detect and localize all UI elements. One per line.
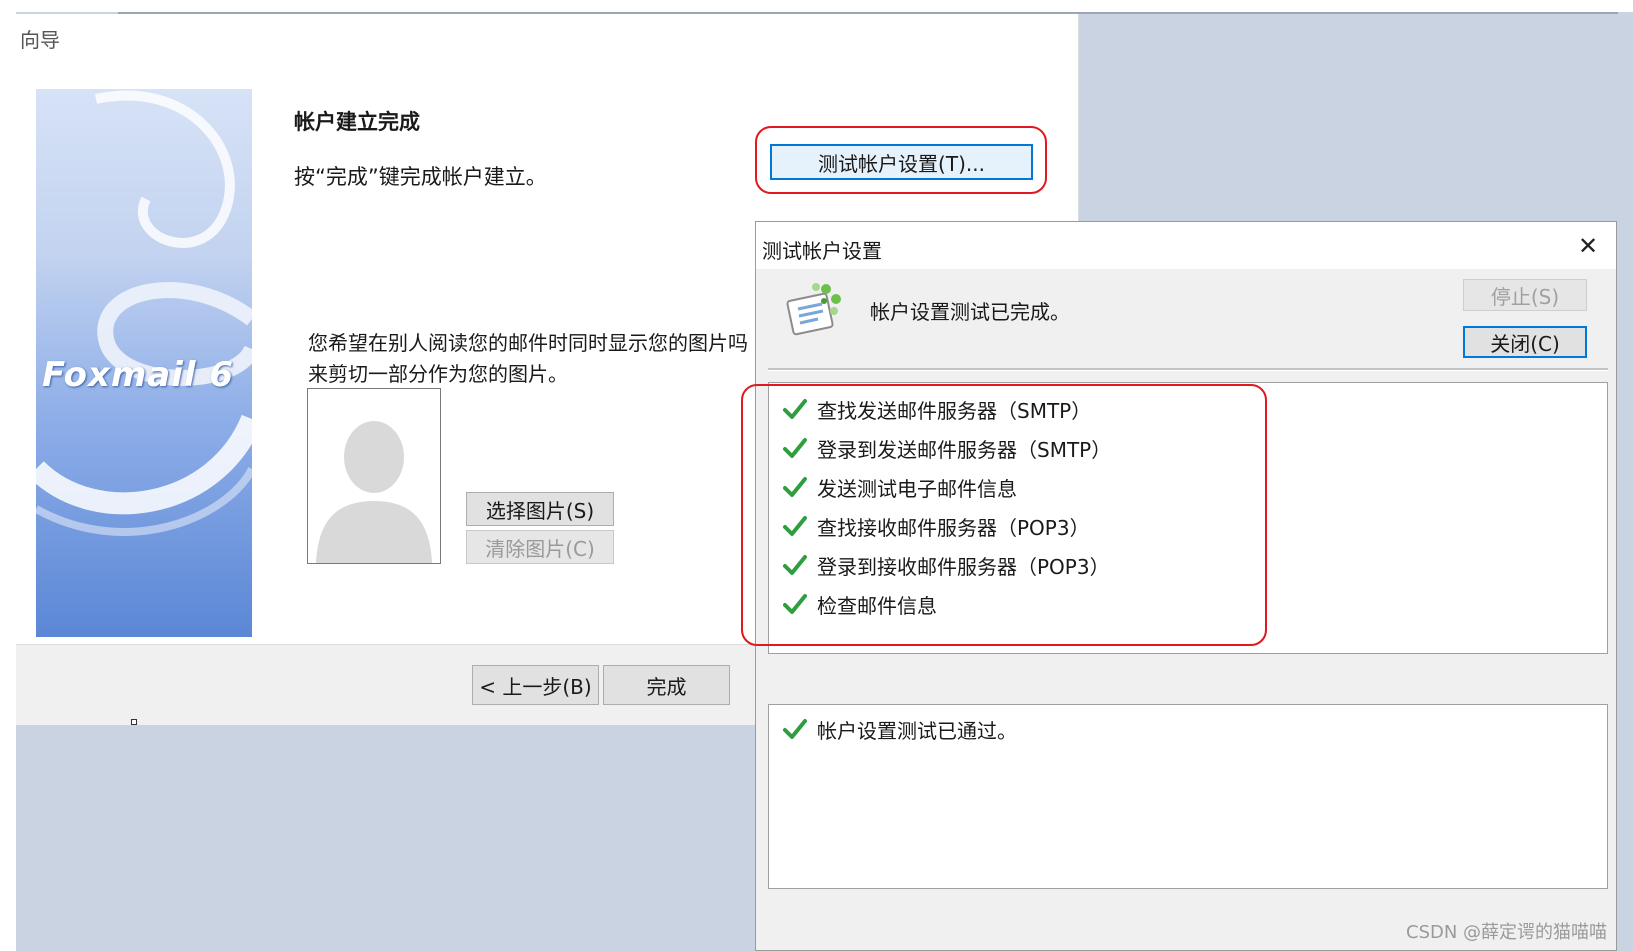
checkmark-icon	[783, 719, 807, 739]
window-title: 向导	[20, 28, 60, 52]
page-heading: 帐户建立完成	[294, 110, 420, 134]
status-text: 帐户设置测试已完成。	[870, 300, 1070, 324]
picture-prompt-line1: 您希望在别人阅读您的邮件时同时显示您的图片吗	[308, 331, 748, 355]
finish-button[interactable]: 完成	[603, 665, 730, 705]
watermark: CSDN @薛定谔的猫喵喵	[1406, 922, 1608, 943]
stop-button[interactable]: 停止(S)	[1463, 279, 1587, 311]
avatar	[307, 388, 441, 564]
close-icon[interactable]: ✕	[1574, 232, 1602, 260]
foxmail-logo: Foxmail 6	[42, 355, 235, 395]
result-box: 帐户设置测试已通过。	[768, 704, 1608, 889]
avatar-silhouette-icon	[316, 421, 432, 563]
dialog-title: 测试帐户设置	[762, 239, 882, 263]
test-status-icon	[786, 283, 841, 336]
back-button[interactable]: < 上一步(B)	[472, 665, 599, 705]
instruction-text: 按“完成”键完成帐户建立。	[294, 165, 547, 189]
dialog-titlebar: 测试帐户设置 ✕	[756, 222, 1616, 269]
foxmail-banner: Foxmail 6	[36, 89, 252, 637]
resize-handle	[131, 719, 137, 725]
highlight-annotation	[741, 384, 1267, 646]
close-button[interactable]: 关闭(C)	[1463, 326, 1587, 358]
result-text: 帐户设置测试已通过。	[817, 718, 1017, 743]
result-item: 帐户设置测试已通过。	[783, 713, 1017, 745]
picture-prompt: 您希望在别人阅读您的邮件时同时显示您的图片吗 来剪切一部分作为您的图片。	[308, 328, 770, 390]
highlight-annotation	[755, 126, 1047, 194]
divider	[768, 368, 1608, 371]
clear-picture-button[interactable]: 清除图片(C)	[466, 530, 614, 564]
picture-prompt-line2: 来剪切一部分作为您的图片。	[308, 362, 568, 386]
choose-picture-button[interactable]: 选择图片(S)	[466, 492, 614, 526]
